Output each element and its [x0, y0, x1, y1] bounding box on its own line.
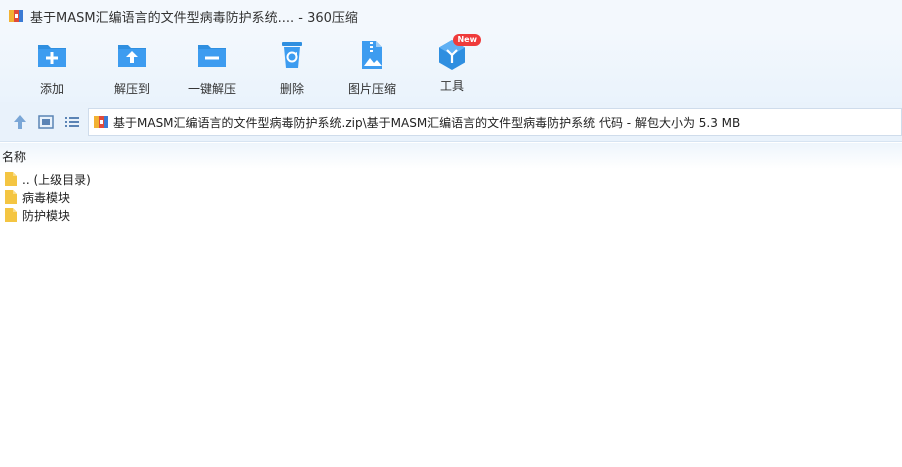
window-title: 基于MASM汇编语言的文件型病毒防护系统.... - 360压缩 [30, 10, 358, 26]
folder-icon [5, 190, 17, 204]
add-folder-icon [38, 45, 66, 67]
delete-label: 删除 [279, 82, 304, 96]
archive-app-icon [9, 10, 23, 22]
path-address-bar[interactable]: 基于MASM汇编语言的文件型病毒防护系统.zip\基于MASM汇编语言的文件型病… [88, 108, 902, 136]
toolbar: 添加 解压到 一键解压 删除 图片压缩 New 工具 [0, 32, 902, 102]
folder-icon [5, 172, 17, 186]
file-list: .. (上级目录) 病毒模块 防护模块 [0, 170, 902, 224]
tools-button[interactable]: New 工具 [417, 34, 487, 98]
tools-label: 工具 [439, 79, 464, 93]
one-click-extract-label: 一键解压 [187, 82, 236, 96]
image-compress-icon [362, 41, 382, 69]
extract-to-button[interactable]: 解压到 [97, 38, 167, 98]
image-compress-label: 图片压缩 [347, 82, 396, 96]
list-item-label: 病毒模块 [22, 190, 71, 205]
up-arrow-icon[interactable] [11, 113, 29, 131]
add-button[interactable]: 添加 [17, 38, 87, 98]
image-compress-button[interactable]: 图片压缩 [337, 38, 407, 98]
column-header: 名称 [0, 143, 902, 169]
new-badge: New [453, 34, 481, 46]
extract-to-icon [118, 45, 146, 67]
list-item-label: .. (上级目录) [22, 172, 91, 187]
recycle-bin-icon [282, 42, 302, 68]
list-item-label: 防护模块 [22, 208, 71, 223]
title-bar: 基于MASM汇编语言的文件型病毒防护系统.... - 360压缩 [0, 0, 902, 32]
thumbnail-view-icon[interactable] [37, 113, 55, 131]
tools-icon-wrapper: New [435, 34, 481, 72]
list-item-parent-directory[interactable]: .. (上级目录) [0, 170, 902, 188]
folder-icon [5, 208, 17, 222]
delete-button[interactable]: 删除 [257, 38, 327, 98]
archive-file-icon [94, 116, 108, 128]
navigation-bar: 基于MASM汇编语言的文件型病毒防护系统.zip\基于MASM汇编语言的文件型病… [0, 102, 902, 142]
add-label: 添加 [39, 82, 64, 96]
one-click-extract-button[interactable]: 一键解压 [177, 38, 247, 98]
column-name-header[interactable]: 名称 [2, 148, 26, 165]
list-view-icon[interactable] [63, 113, 81, 131]
extract-to-label: 解压到 [113, 82, 150, 96]
list-item-virus-module[interactable]: 病毒模块 [0, 188, 902, 206]
list-item-protection-module[interactable]: 防护模块 [0, 206, 902, 224]
one-click-extract-icon [198, 45, 226, 67]
path-text: 基于MASM汇编语言的文件型病毒防护系统.zip\基于MASM汇编语言的文件型病… [113, 115, 741, 130]
